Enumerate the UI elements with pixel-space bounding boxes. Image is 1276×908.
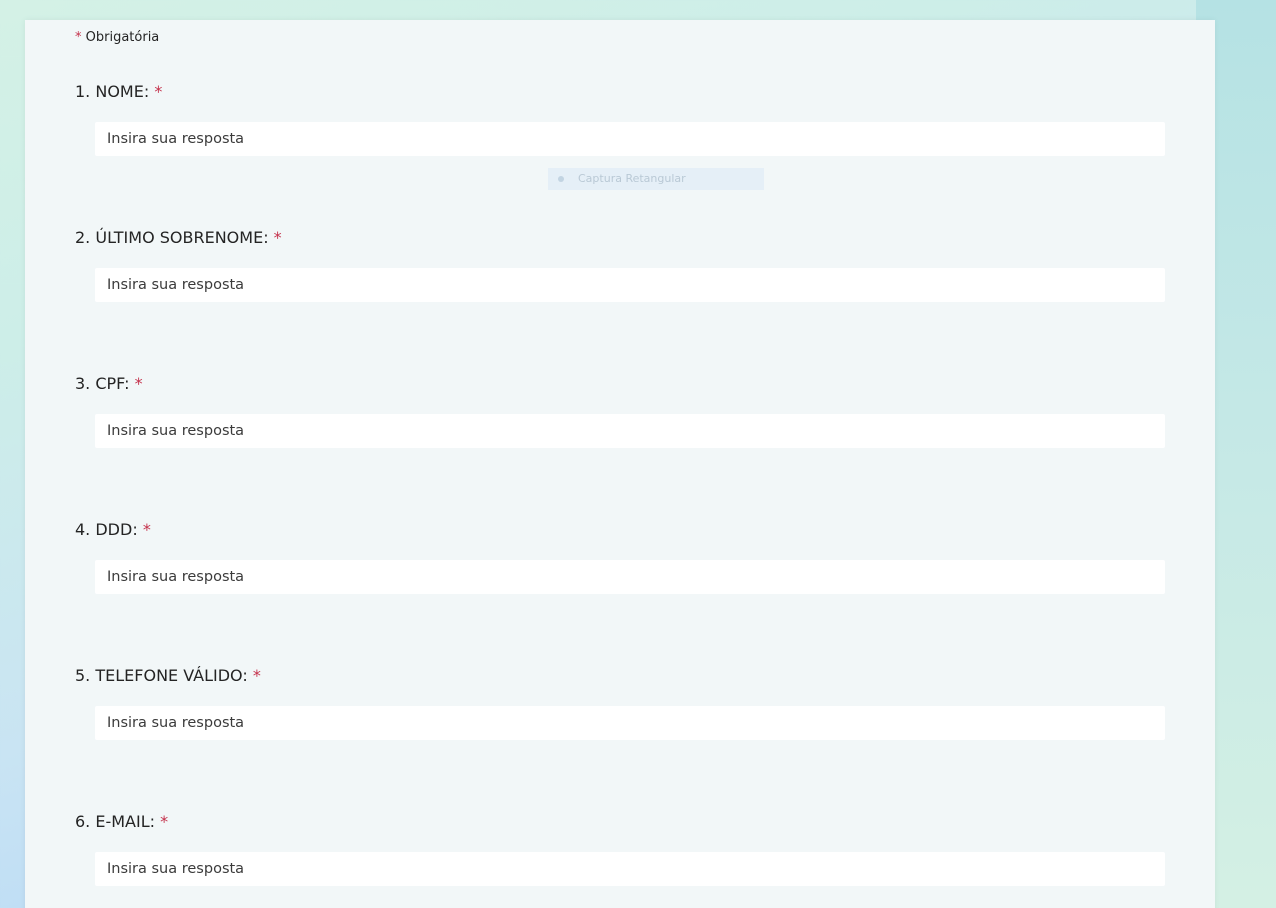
question-title: 3. CPF: *	[75, 374, 1165, 394]
telefone-input[interactable]	[95, 706, 1165, 740]
question-label: NOME:	[95, 82, 150, 101]
required-star: *	[273, 228, 282, 247]
required-star: *	[142, 520, 151, 539]
email-input[interactable]	[95, 852, 1165, 886]
question-title: 6. E-MAIL: *	[75, 812, 1165, 832]
question-title: 2. ÚLTIMO SOBRENOME: *	[75, 228, 1165, 248]
question-number: 3.	[75, 374, 91, 393]
required-star: *	[160, 812, 169, 831]
question-telefone: 5. TELEFONE VÁLIDO: *	[75, 666, 1165, 740]
required-star: *	[134, 374, 143, 393]
question-title: 4. DDD: *	[75, 520, 1165, 540]
question-title: 1. NOME: *	[75, 82, 1165, 102]
question-number: 4.	[75, 520, 91, 539]
ultimo-sobrenome-input[interactable]	[95, 268, 1165, 302]
question-nome: 1. NOME: *	[75, 82, 1165, 156]
question-label: DDD:	[95, 520, 138, 539]
question-label: CPF:	[95, 374, 130, 393]
question-number: 1.	[75, 82, 91, 101]
record-dot-icon	[558, 176, 564, 182]
question-title: 5. TELEFONE VÁLIDO: *	[75, 666, 1165, 686]
required-star: *	[75, 30, 82, 45]
nome-input[interactable]	[95, 122, 1165, 156]
question-label: ÚLTIMO SOBRENOME:	[95, 228, 269, 247]
question-email: 6. E-MAIL: *	[75, 812, 1165, 886]
question-number: 2.	[75, 228, 91, 247]
question-cpf: 3. CPF: *	[75, 374, 1165, 448]
required-note-label: Obrigatória	[85, 30, 160, 45]
screen-capture-overlay: Captura Retangular	[548, 168, 764, 190]
form-card: * Obrigatória 1. NOME: * 2. ÚLTIMO SOBRE…	[25, 20, 1215, 908]
screen-capture-label: Captura Retangular	[578, 172, 686, 185]
question-ddd: 4. DDD: *	[75, 520, 1165, 594]
question-number: 6.	[75, 812, 91, 831]
question-ultimo-sobrenome: 2. ÚLTIMO SOBRENOME: *	[75, 228, 1165, 302]
required-note: * Obrigatória	[75, 30, 159, 45]
question-label: TELEFONE VÁLIDO:	[95, 666, 248, 685]
required-star: *	[154, 82, 163, 101]
question-label: E-MAIL:	[95, 812, 156, 831]
ddd-input[interactable]	[95, 560, 1165, 594]
question-number: 5.	[75, 666, 91, 685]
required-star: *	[252, 666, 261, 685]
cpf-input[interactable]	[95, 414, 1165, 448]
